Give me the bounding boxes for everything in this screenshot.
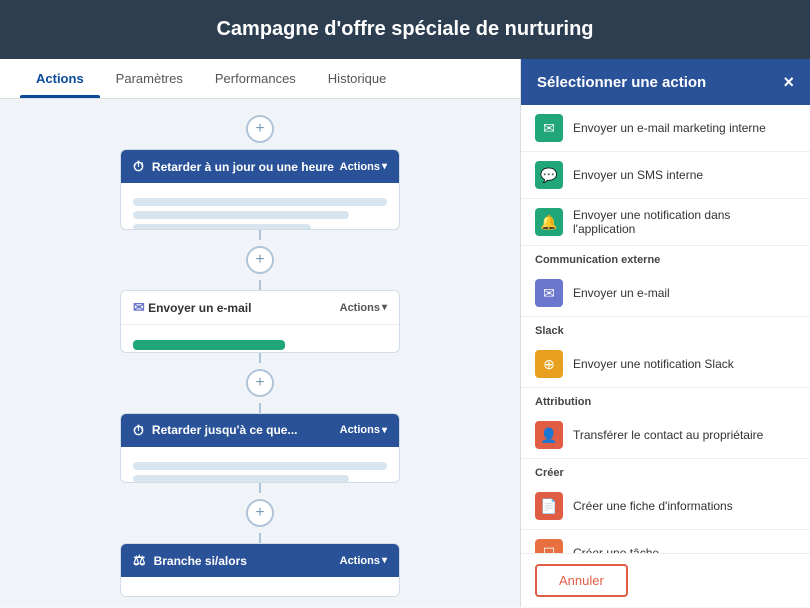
card-title-area: ✉ Envoyer un e-mail bbox=[133, 299, 251, 316]
page-title: Campagne d'offre spéciale de nurturing bbox=[0, 0, 810, 59]
person-icon: 👤 bbox=[535, 421, 563, 449]
email-external-icon: ✉ bbox=[535, 279, 563, 307]
card-actions-btn-delay2[interactable]: Actions bbox=[340, 424, 387, 436]
add-step-button-3[interactable]: + bbox=[246, 369, 274, 397]
file-icon: 📄 bbox=[535, 492, 563, 520]
card-title-area: ⏱ Retarder jusqu'à ce que... bbox=[133, 422, 298, 439]
card-body-branch1 bbox=[121, 577, 399, 597]
card-body-delay1 bbox=[121, 183, 399, 230]
action-label-email-external: Envoyer un e-mail bbox=[573, 286, 670, 300]
email-internal-icon: ✉ bbox=[535, 114, 563, 142]
bell-internal-icon: 🔔 bbox=[535, 208, 563, 236]
card-title-delay1: Retarder à un jour ou une heure bbox=[152, 160, 334, 174]
right-panel-header: Sélectionner une action × bbox=[521, 59, 810, 105]
action-label-email-internal: Envoyer un e-mail marketing interne bbox=[573, 121, 766, 135]
card-body-email1 bbox=[121, 325, 399, 353]
slack-icon: ⊕ bbox=[535, 350, 563, 378]
action-label-create-task: Créer une tâche bbox=[573, 546, 659, 553]
connector bbox=[259, 483, 261, 493]
add-step-button-2[interactable]: + bbox=[246, 246, 274, 274]
action-item-email-internal[interactable]: ✉ Envoyer un e-mail marketing interne bbox=[521, 105, 810, 152]
section-header-attribution: Attribution bbox=[521, 388, 810, 412]
connector bbox=[259, 230, 261, 240]
action-item-create-record[interactable]: 📄 Créer une fiche d'informations bbox=[521, 483, 810, 530]
hourglass-icon-2: ⏱ bbox=[133, 422, 144, 439]
section-header-creer: Créer bbox=[521, 459, 810, 483]
action-label-sms-internal: Envoyer un SMS interne bbox=[573, 168, 703, 182]
card-line bbox=[133, 211, 349, 219]
card-line bbox=[133, 198, 387, 206]
action-item-slack[interactable]: ⊕ Envoyer une notification Slack bbox=[521, 341, 810, 388]
action-item-create-task[interactable]: ☐ Créer une tâche bbox=[521, 530, 810, 553]
action-item-notif-internal[interactable]: 🔔 Envoyer une notification dans l'applic… bbox=[521, 199, 810, 246]
card-title-branch1: Branche si/alors bbox=[154, 554, 247, 568]
tab-actions[interactable]: Actions bbox=[20, 59, 100, 98]
card-line bbox=[133, 475, 349, 483]
card-header-delay2: ⏱ Retarder jusqu'à ce que... Actions bbox=[121, 414, 399, 447]
close-button[interactable]: × bbox=[783, 73, 794, 91]
section-header-slack: Slack bbox=[521, 317, 810, 341]
right-panel-footer: Annuler bbox=[521, 553, 810, 607]
cancel-button[interactable]: Annuler bbox=[535, 564, 628, 597]
tab-bar: Actions Paramètres Performances Historiq… bbox=[0, 59, 520, 99]
action-label-transfer: Transférer le contact au propriétaire bbox=[573, 428, 763, 442]
branch-icon: ⚖ bbox=[133, 552, 146, 569]
action-label-create-record: Créer une fiche d'informations bbox=[573, 499, 733, 513]
action-item-transfer[interactable]: 👤 Transférer le contact au propriétaire bbox=[521, 412, 810, 459]
connector bbox=[259, 403, 261, 413]
card-header-delay1: ⏱ Retarder à un jour ou une heure Action… bbox=[121, 150, 399, 183]
hourglass-icon: ⏱ bbox=[133, 158, 144, 175]
action-item-email-external[interactable]: ✉ Envoyer un e-mail bbox=[521, 270, 810, 317]
right-panel-content: ✉ Envoyer un e-mail marketing interne 💬 … bbox=[521, 105, 810, 553]
workflow-card-delay1: ⏱ Retarder à un jour ou une heure Action… bbox=[120, 149, 400, 230]
card-title-email1: Envoyer un e-mail bbox=[148, 301, 251, 315]
task-icon: ☐ bbox=[535, 539, 563, 553]
add-step-button-4[interactable]: + bbox=[246, 499, 274, 527]
card-title-delay2: Retarder jusqu'à ce que... bbox=[152, 423, 298, 437]
action-label-notif-internal: Envoyer une notification dans l'applicat… bbox=[573, 208, 796, 236]
email-icon: ✉ bbox=[133, 299, 145, 315]
workflow-area: + ⏱ Retarder à un jour ou une heure Acti… bbox=[0, 99, 520, 607]
action-label-slack: Envoyer une notification Slack bbox=[573, 357, 734, 371]
card-body-delay2 bbox=[121, 447, 399, 484]
right-panel: Sélectionner une action × ✉ Envoyer un e… bbox=[520, 59, 810, 607]
left-panel: Actions Paramètres Performances Historiq… bbox=[0, 59, 520, 607]
connector bbox=[259, 353, 261, 363]
card-title-area: ⚖ Branche si/alors bbox=[133, 552, 247, 569]
card-actions-btn-branch1[interactable]: Actions bbox=[340, 555, 387, 567]
right-panel-title: Sélectionner une action bbox=[537, 74, 706, 91]
card-line bbox=[133, 462, 387, 470]
tab-performances[interactable]: Performances bbox=[199, 59, 312, 98]
workflow-card-email1: ✉ Envoyer un e-mail Actions bbox=[120, 290, 400, 353]
action-item-sms-internal[interactable]: 💬 Envoyer un SMS interne bbox=[521, 152, 810, 199]
card-actions-btn-delay1[interactable]: Actions bbox=[340, 161, 387, 173]
card-line-green bbox=[133, 340, 285, 350]
connector bbox=[259, 280, 261, 290]
add-step-button-top[interactable]: + bbox=[246, 115, 274, 143]
workflow-card-delay2: ⏱ Retarder jusqu'à ce que... Actions bbox=[120, 413, 400, 484]
section-header-external: Communication externe bbox=[521, 246, 810, 270]
tab-parametres[interactable]: Paramètres bbox=[100, 59, 199, 98]
card-actions-btn-email1[interactable]: Actions bbox=[340, 302, 387, 314]
card-title-area: ⏱ Retarder à un jour ou une heure bbox=[133, 158, 334, 175]
card-line bbox=[133, 224, 311, 230]
connector bbox=[259, 533, 261, 543]
sms-internal-icon: 💬 bbox=[535, 161, 563, 189]
card-header-branch1: ⚖ Branche si/alors Actions bbox=[121, 544, 399, 577]
tab-historique[interactable]: Historique bbox=[312, 59, 403, 98]
workflow-card-branch1: ⚖ Branche si/alors Actions bbox=[120, 543, 400, 597]
card-header-email1: ✉ Envoyer un e-mail Actions bbox=[121, 291, 399, 325]
